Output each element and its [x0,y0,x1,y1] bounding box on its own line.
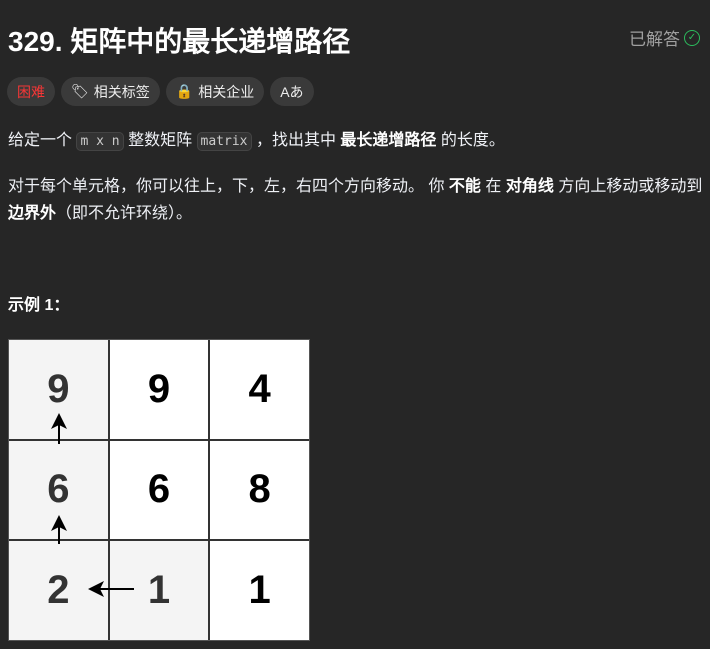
tag-bar: 困难 🏷 相关标签 🔒 相关企业 Aあ [7,77,314,106]
matrix-cell: 4 [210,340,309,439]
matrix-cell: 6 [9,440,108,540]
solved-status: 已解答 ✓ [629,25,700,50]
description-paragraph-2: 对于每个单元格，你可以往上，下，左，右四个方向移动。 你 不能 在 对角线 方向… [8,178,703,222]
matrix-cell: 1 [109,541,209,640]
example-title: 示例 1： [8,297,70,314]
matrix-cell: 9 [9,340,108,439]
tag-icon: 🏷 [71,83,89,99]
matrix-cell: 9 [109,340,209,439]
related-companies-button[interactable]: 🔒 相关企业 [165,77,265,106]
matrix-cell: 1 [210,541,309,640]
description-paragraph-1: 给定一个 m x n 整数矩阵 matrix ，找出其中 最长递增路径 的长度。 [8,132,505,151]
check-circle-icon: ✓ [684,29,700,46]
problem-title: 329. 矩阵中的最长递增路径 [8,26,351,57]
solved-label: 已解答 [629,30,680,49]
lock-icon: 🔒 [175,83,194,99]
difficulty-badge[interactable]: 困难 [7,77,55,106]
matrix-cell: 6 [109,440,209,540]
matrix-cell: 8 [210,440,309,540]
code-m-x-n: m x n [76,132,124,151]
matrix-cell: 2 [9,541,108,640]
code-matrix: matrix [196,132,252,151]
companies-label: 相关企业 [198,83,255,100]
example-matrix-image: 9 9 4 6 6 8 2 1 1 [8,339,310,641]
topics-label: 相关标签 [93,83,150,100]
related-topics-button[interactable]: 🏷 相关标签 [61,77,160,106]
translate-button[interactable]: Aあ [270,77,314,106]
